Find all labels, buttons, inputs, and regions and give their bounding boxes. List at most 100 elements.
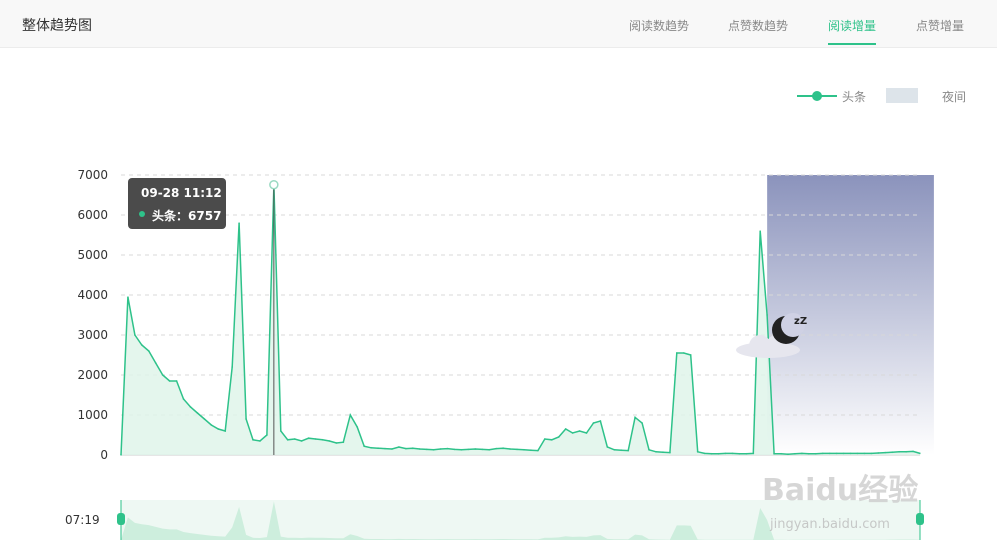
data-point <box>342 441 345 444</box>
data-point <box>349 414 352 416</box>
data-point <box>411 447 414 450</box>
data-point <box>127 296 129 298</box>
data-point <box>717 452 720 455</box>
data-point <box>474 448 477 450</box>
data-point <box>446 447 449 450</box>
data-point <box>314 438 317 440</box>
data-point <box>627 449 630 452</box>
data-point <box>335 442 338 444</box>
data-point <box>210 424 213 426</box>
data-point <box>356 426 359 428</box>
data-point <box>641 422 643 424</box>
data-point <box>794 452 796 455</box>
data-point <box>759 230 762 232</box>
data-point <box>425 448 428 451</box>
data-point <box>377 447 379 450</box>
data-point <box>835 452 838 455</box>
data-point <box>668 451 671 454</box>
data-point <box>599 420 602 422</box>
data-point <box>745 452 748 455</box>
data-point <box>724 452 727 455</box>
data-point <box>328 440 331 442</box>
data-point <box>175 380 178 382</box>
data-point <box>300 440 303 442</box>
data-point <box>856 452 859 455</box>
data-point <box>536 449 539 452</box>
tooltip-series-name: 头条 <box>152 209 177 223</box>
data-point <box>578 430 581 432</box>
data-point <box>252 438 254 441</box>
data-point <box>154 362 157 364</box>
data-point <box>807 452 810 455</box>
data-point <box>703 452 706 455</box>
data-point <box>613 448 616 451</box>
data-point <box>738 452 741 455</box>
data-point <box>898 450 901 453</box>
data-point <box>245 418 247 420</box>
data-point <box>182 398 185 400</box>
data-point <box>800 452 803 455</box>
data-point <box>404 447 407 450</box>
data-point <box>530 449 532 452</box>
data-point <box>842 452 845 455</box>
data-point <box>523 448 525 451</box>
data-point <box>891 451 894 454</box>
y-tick-label: 3000 <box>77 328 108 342</box>
data-point <box>460 448 463 451</box>
y-tick-label: 1000 <box>77 408 108 422</box>
tooltip: 09-28 11:12 头条：6757 <box>128 178 226 229</box>
data-point <box>787 453 789 456</box>
tooltip-time: 09-28 11:12 <box>141 186 222 200</box>
data-point <box>592 422 595 424</box>
data-point <box>238 222 241 224</box>
data-point <box>675 352 678 354</box>
data-point <box>752 452 755 455</box>
data-point <box>363 445 366 448</box>
tooltip-series-dot-icon <box>139 211 145 217</box>
data-point <box>557 436 560 438</box>
data-point <box>231 366 234 368</box>
watermark-url: jingyan.baidu.com <box>769 517 890 532</box>
data-point <box>912 450 914 453</box>
data-point <box>217 428 220 430</box>
data-point <box>391 448 393 450</box>
data-point <box>620 449 623 452</box>
data-point <box>495 447 498 450</box>
data-point <box>682 352 685 354</box>
data-point <box>266 434 268 436</box>
data-point <box>370 446 373 449</box>
data-point <box>203 418 206 420</box>
data-point <box>828 452 831 455</box>
data-point <box>189 406 192 408</box>
slider-handle-left[interactable] <box>117 513 125 525</box>
slider-handle-right[interactable] <box>916 513 924 525</box>
y-tick-label: 2000 <box>77 368 108 382</box>
y-tick-label: 7000 <box>77 168 108 182</box>
data-point <box>863 452 866 455</box>
data-point <box>585 432 588 434</box>
data-point <box>432 448 435 451</box>
sleep-z-icon: zZ <box>794 316 807 327</box>
data-point <box>655 450 657 453</box>
data-point <box>780 452 782 455</box>
data-point <box>731 452 734 455</box>
data-point <box>870 452 873 455</box>
data-point <box>307 437 310 440</box>
data-point <box>481 448 484 451</box>
tooltip-value: 头条：6757 <box>152 209 222 223</box>
y-tick-label: 4000 <box>77 288 108 302</box>
data-point <box>161 374 164 376</box>
data-point <box>293 438 296 440</box>
slider-start-label: 07:19 <box>65 513 100 527</box>
data-point <box>571 432 574 434</box>
data-point <box>606 446 609 448</box>
data-point <box>634 416 637 419</box>
chart-canvas[interactable]: 0 1000 2000 3000 4000 5000 6000 7000 zZ Baidu经验 ji… <box>0 0 997 557</box>
data-point <box>502 447 505 450</box>
data-point <box>884 451 887 454</box>
data-point <box>564 428 567 430</box>
data-point <box>550 438 553 441</box>
data-point <box>821 452 824 455</box>
data-point <box>877 452 880 454</box>
y-tick-label: 6000 <box>77 208 108 222</box>
